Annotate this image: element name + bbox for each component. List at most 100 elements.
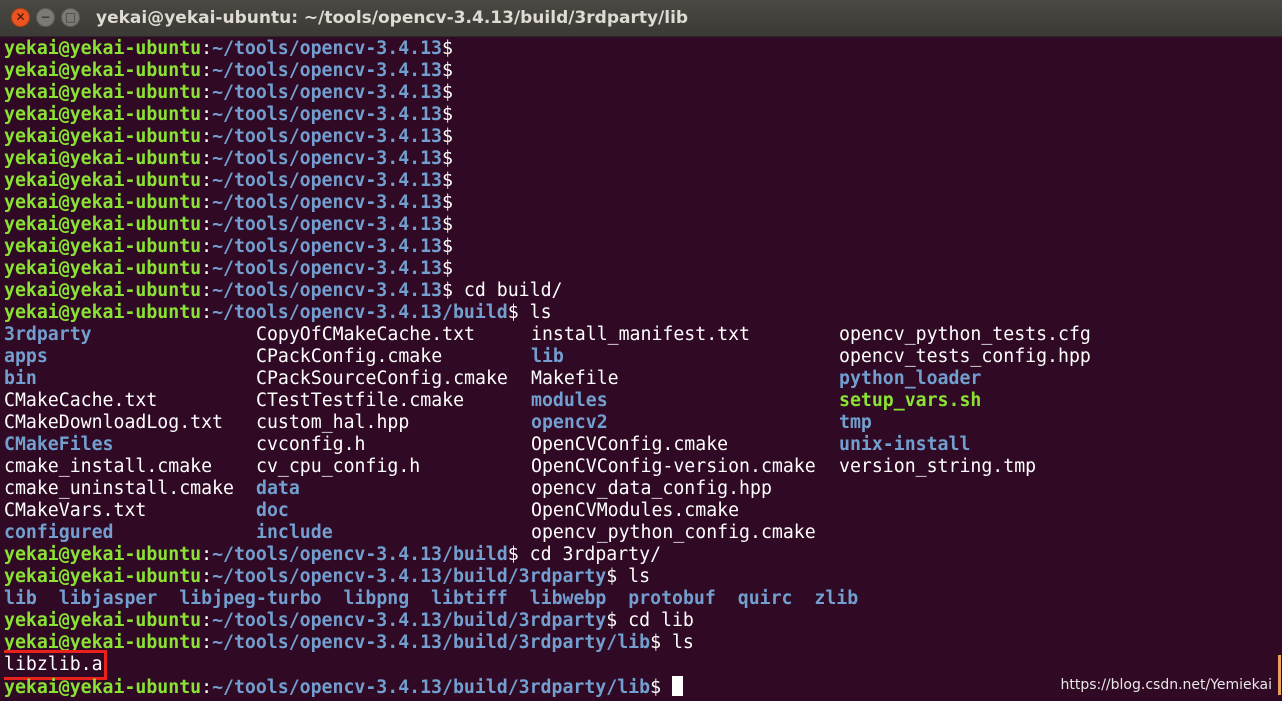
prompt-line: yekai@yekai-ubuntu:~/tools/opencv-3.4.13… [4,148,1274,170]
prompt-user: yekai@yekai-ubuntu [4,148,202,169]
prompt-path: ~/tools/opencv-3.4.13/build/3rdparty [212,610,607,631]
maximize-button[interactable]: □ [61,8,80,27]
prompt-separator: : [201,38,213,59]
prompt-line: yekai@yekai-ubuntu:~/tools/opencv-3.4.13… [4,60,1274,82]
prompt-separator: : [201,566,213,587]
prompt-user: yekai@yekai-ubuntu [4,38,202,59]
prompt-dollar: $ [442,236,453,257]
prompt-dollar: $ [442,170,453,191]
file-entry: version_string.tmp [839,456,1037,477]
prompt-dollar: $ [606,610,618,631]
prompt-line: yekai@yekai-ubuntu:~/tools/opencv-3.4.13… [4,214,1274,236]
prompt-user: yekai@yekai-ubuntu [4,632,202,653]
prompt-user: yekai@yekai-ubuntu [4,302,202,323]
file-entry: cv_cpu_config.h [256,456,421,477]
prompt-user: yekai@yekai-ubuntu [4,126,202,147]
prompt-dollar: $ [442,258,453,279]
prompt-user: yekai@yekai-ubuntu [4,60,202,81]
directory-entry: libpng [343,588,410,609]
file-entry: cmake_install.cmake [4,456,213,477]
minimize-button[interactable]: − [36,8,55,27]
prompt-path: ~/tools/opencv-3.4.13 [212,214,443,235]
prompt-dollar: $ [442,38,453,59]
file-entry: OpenCVConfig.cmake [531,434,729,455]
prompt-dollar: $ [442,60,453,81]
file-entry: CMakeVars.txt [4,500,147,521]
maximize-icon: □ [64,10,77,24]
ls-column: CopyOfCMakeCache.txt CPackConfig.cmake CPa… [256,324,508,544]
directory-entry: 3rdparty [4,324,92,345]
command-text [661,677,672,698]
directory-entry: unix-install [839,434,971,455]
ls-output-lib: libzlib.a [4,650,1274,680]
command-text: ls [661,632,694,653]
prompt-separator: : [201,214,213,235]
directory-entry: lib [531,346,564,367]
prompt-separator: : [201,302,213,323]
directory-entry: include [256,522,333,543]
scroll-indicator[interactable] [1278,655,1281,695]
prompt-dollar: $ [442,148,453,169]
directory-entry: zlib [814,588,859,609]
prompt-user: yekai@yekai-ubuntu [4,192,202,213]
prompt-dollar: $ [442,82,453,103]
prompt-user: yekai@yekai-ubuntu [4,170,202,191]
directory-entry: bin [4,368,37,389]
prompt-path: ~/tools/opencv-3.4.13/build/3rdparty/lib [212,677,651,698]
prompt-path: ~/tools/opencv-3.4.13/build/3rdparty [212,566,607,587]
prompt-path: ~/tools/opencv-3.4.13 [212,236,443,257]
prompt-separator: : [201,677,213,698]
prompt-user: yekai@yekai-ubuntu [4,214,202,235]
prompt-dollar: $ [442,126,453,147]
directory-entry: libjasper [58,588,158,609]
prompt-user: yekai@yekai-ubuntu [4,104,202,125]
file-entry: cmake_uninstall.cmake [4,478,234,499]
prompt-path: ~/tools/opencv-3.4.13 [212,170,443,191]
directory-entry: doc [256,500,289,521]
prompt-user: yekai@yekai-ubuntu [4,82,202,103]
file-entry: CopyOfCMakeCache.txt [256,324,475,345]
file-entry: cvconfig.h [256,434,366,455]
prompt-user: yekai@yekai-ubuntu [4,544,202,565]
prompt-dollar: $ [442,280,453,301]
prompt-line: yekai@yekai-ubuntu:~/tools/opencv-3.4.13… [4,38,1274,60]
file-entry: CPackSourceConfig.cmake [256,368,508,389]
prompt-line: yekai@yekai-ubuntu:~/tools/opencv-3.4.13… [4,280,1274,302]
prompt-line: yekai@yekai-ubuntu:~/tools/opencv-3.4.13… [4,236,1274,258]
directory-entry: tmp [839,412,872,433]
ls-column: 3rdparty apps bin CMakeCache.txt CMakeDownlo… [4,324,234,544]
prompt-dollar: $ [507,302,519,323]
prompt-separator: : [201,126,213,147]
prompt-line: yekai@yekai-ubuntu:~/tools/opencv-3.4.13… [4,82,1274,104]
command-text: cd build/ [452,280,563,301]
prompt-path: ~/tools/opencv-3.4.13/build/3rdparty/lib [212,632,651,653]
text-cursor [671,676,683,696]
prompt-line: yekai@yekai-ubuntu:~/tools/opencv-3.4.13… [4,104,1274,126]
prompt-user: yekai@yekai-ubuntu [4,258,202,279]
prompt-dollar: $ [442,214,453,235]
prompt-dollar: $ [650,677,662,698]
prompt-separator: : [201,148,213,169]
close-button[interactable]: ✕ [11,8,30,27]
prompt-dollar: $ [507,544,519,565]
prompt-line: yekai@yekai-ubuntu:~/tools/opencv-3.4.13… [4,126,1274,148]
prompt-line: yekai@yekai-ubuntu:~/tools/opencv-3.4.13… [4,632,1274,654]
prompt-dollar: $ [650,632,662,653]
executable-entry: setup_vars.sh [839,390,982,411]
terminal-output[interactable]: yekai@yekai-ubuntu:~/tools/opencv-3.4.13… [4,38,1274,701]
prompt-path: ~/tools/opencv-3.4.13 [212,104,443,125]
command-text: ls [518,302,552,323]
prompt-dollar: $ [606,566,618,587]
prompt-path: ~/tools/opencv-3.4.13 [212,38,443,59]
prompt-dollar: $ [442,104,453,125]
prompt-separator: : [201,170,213,191]
command-text: cd 3rdparty/ [518,544,662,565]
prompt-path: ~/tools/opencv-3.4.13 [212,192,443,213]
prompt-separator: : [201,610,213,631]
prompt-separator: : [201,236,213,257]
window-title: yekai@yekai-ubuntu: ~/tools/opencv-3.4.1… [96,8,689,28]
prompt-line: yekai@yekai-ubuntu:~/tools/opencv-3.4.13… [4,258,1274,280]
file-entry: OpenCVConfig-version.cmake [531,456,816,477]
prompt-separator: : [201,258,213,279]
command-text: ls [617,566,651,587]
